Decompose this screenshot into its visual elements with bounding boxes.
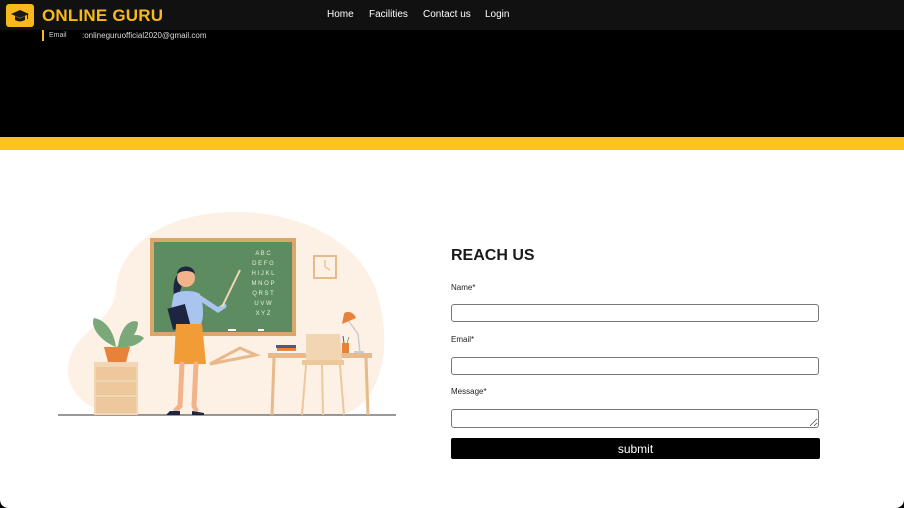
nav-link-login[interactable]: Login bbox=[485, 9, 509, 20]
email-accent-mark bbox=[42, 30, 44, 41]
board-letters-row: Q R S T bbox=[252, 291, 274, 297]
contact-info-bar bbox=[0, 30, 904, 137]
nav-link-facilities[interactable]: Facilities bbox=[369, 9, 408, 20]
email-field-label: Email* bbox=[451, 335, 475, 344]
books-stack bbox=[276, 345, 296, 348]
logo[interactable] bbox=[6, 4, 34, 27]
nav-link-home[interactable]: Home bbox=[327, 9, 354, 20]
board-letters-row: M N O P bbox=[251, 281, 274, 287]
email-label: Email bbox=[49, 32, 67, 39]
nav-link-contact[interactable]: Contact us bbox=[423, 9, 471, 20]
board-letters-row: U V W bbox=[254, 301, 272, 307]
plant-pot bbox=[104, 347, 130, 362]
name-label: Name* bbox=[451, 283, 476, 292]
pencil-cup bbox=[342, 343, 349, 353]
page: ONLINE GURU Home Facilities Contact us L… bbox=[0, 0, 904, 508]
submit-button[interactable]: submit bbox=[451, 438, 820, 459]
chair bbox=[306, 334, 342, 360]
message-label: Message* bbox=[451, 387, 487, 396]
accent-stripe bbox=[0, 137, 904, 150]
email-value: :onlineguruofficial2020@gmail.com bbox=[82, 31, 207, 40]
graduation-cap-icon bbox=[11, 9, 29, 21]
board-letters-row: D E F G bbox=[252, 261, 274, 267]
email-input[interactable] bbox=[451, 357, 819, 375]
name-input[interactable] bbox=[451, 304, 819, 322]
reach-us-heading: REACH US bbox=[451, 247, 535, 264]
board-letters-row: H I J K L bbox=[251, 271, 275, 277]
board-letters-row: A B C bbox=[255, 251, 271, 257]
board-letters-row: X Y Z bbox=[256, 311, 271, 317]
message-input[interactable] bbox=[451, 409, 819, 428]
teacher-illustration: A B C D E F G H I J K L M N O P Q R S T … bbox=[58, 211, 396, 416]
navbar: ONLINE GURU Home Facilities Contact us L… bbox=[0, 0, 904, 30]
brand-name[interactable]: ONLINE GURU bbox=[42, 6, 163, 26]
